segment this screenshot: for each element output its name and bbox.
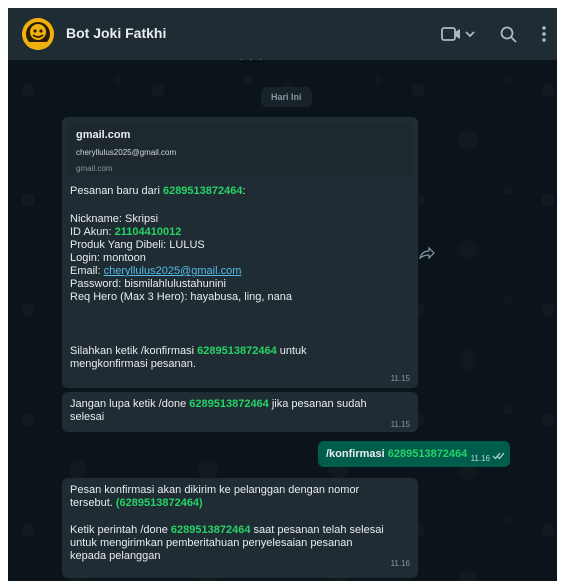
command-line: /konfirmasi 6289513872464 — [326, 448, 467, 461]
outgoing-command-bubble[interactable]: /konfirmasi 6289513872464 11.16 — [318, 441, 510, 467]
chat-window: Bot Joki Fatkhi · · · Hari Ini gmail.com… — [8, 8, 557, 581]
email-label: Email: — [70, 265, 104, 277]
info-line-2-label: tersebut. — [70, 497, 116, 509]
command-label: /konfirmasi — [326, 448, 388, 460]
menu-icon — [542, 26, 546, 42]
confirm-label: Silahkan ketik /konfirmasi — [70, 345, 198, 357]
phone-number-link[interactable]: 6289513872464 — [163, 185, 243, 197]
phone-number-link[interactable]: 6289513872464 — [197, 345, 277, 357]
password-line: Password: bismilahlulustahunini — [70, 278, 226, 290]
email-line: Email: cheryllulus2025@gmail.com — [70, 265, 241, 278]
search-icon — [500, 26, 517, 43]
req-hero-line: Req Hero (Max 3 Hero): hayabusa, ling, n… — [70, 291, 292, 303]
forward-icon[interactable] — [418, 246, 436, 260]
info-line-4: untuk mengirimkan pemberitahuan penyeles… — [70, 537, 353, 549]
reminder-label: Jangan lupa ketik /done — [70, 398, 190, 410]
read-ticks-icon — [492, 452, 505, 460]
info-line-1: Pesan konfirmasi akan dikirim ke pelangg… — [70, 484, 360, 496]
info-line-5: kepada pelanggan — [70, 550, 161, 562]
confirmation-info-bubble[interactable]: Pesan konfirmasi akan dikirim ke pelangg… — [62, 478, 418, 578]
menu-button[interactable] — [540, 22, 548, 46]
message-time: 11.15 — [390, 420, 410, 429]
message-time: 11.16 — [470, 454, 490, 463]
preview-url: gmail.com — [76, 164, 113, 173]
message-time: 11.15 — [390, 374, 410, 383]
order-message-bubble[interactable]: gmail.com cheryllulus2025@gmail.com gmai… — [62, 117, 418, 388]
info-line-3-label: Ketik perintah /done — [70, 524, 171, 536]
link-preview[interactable]: gmail.com cheryllulus2025@gmail.com gmai… — [68, 123, 412, 175]
product-line: Produk Yang Dibeli: LULUS — [70, 239, 205, 251]
previous-message-fragment: · · · — [240, 54, 264, 64]
order-colon: : — [242, 185, 246, 197]
video-call-icon — [441, 27, 475, 41]
info-line-3-suffix: saat pesanan telah selesai — [250, 524, 384, 536]
message-time: 11.16 — [390, 559, 410, 568]
order-line: Pesanan baru dari 6289513872464: — [70, 185, 246, 198]
video-call-button[interactable] — [440, 22, 476, 46]
order-label: Pesanan baru dari — [70, 185, 163, 197]
phone-number-link[interactable]: 6289513872464 — [388, 448, 468, 460]
confirm-suffix: untuk — [276, 345, 307, 357]
chat-title[interactable]: Bot Joki Fatkhi — [66, 25, 166, 41]
login-line: Login: montoon — [70, 252, 146, 264]
avatar-logo-icon — [22, 18, 54, 50]
reminder-line: Jangan lupa ketik /done 6289513872464 ji… — [70, 398, 367, 411]
info-line-2: tersebut. (6289513872464) — [70, 497, 203, 510]
search-button[interactable] — [499, 22, 519, 46]
phone-number-link[interactable]: 6289513872464 — [189, 398, 269, 410]
email-link[interactable]: cheryllulus2025@gmail.com — [104, 265, 242, 277]
preview-description: cheryllulus2025@gmail.com — [76, 148, 177, 157]
chevron-down-icon — [465, 31, 475, 38]
reminder-suffix: jika pesanan sudah — [268, 398, 367, 410]
chat-header: Bot Joki Fatkhi — [8, 8, 557, 60]
reminder-line-2: selesai — [70, 411, 105, 423]
phone-number-link[interactable]: 6289513872464 — [171, 524, 251, 536]
date-chip: Hari Ini — [261, 87, 312, 107]
info-line-3: Ketik perintah /done 6289513872464 saat … — [70, 524, 384, 537]
id-label: ID Akun: — [70, 226, 115, 238]
confirm-line-2: mengkonfirmasi pesanan. — [70, 358, 196, 370]
id-line: ID Akun: 21104410012 — [70, 226, 181, 239]
message-list[interactable]: · · · Hari Ini gmail.com cheryllulus2025… — [8, 54, 557, 581]
confirm-line: Silahkan ketik /konfirmasi 6289513872464… — [70, 345, 307, 358]
nickname-line: Nickname: Skripsi — [70, 213, 159, 225]
account-id[interactable]: 21104410012 — [115, 226, 182, 238]
avatar[interactable] — [22, 18, 54, 50]
done-reminder-bubble[interactable]: Jangan lupa ketik /done 6289513872464 ji… — [62, 392, 418, 432]
phone-number-link[interactable]: (6289513872464) — [116, 497, 203, 509]
preview-title: gmail.com — [76, 129, 131, 141]
